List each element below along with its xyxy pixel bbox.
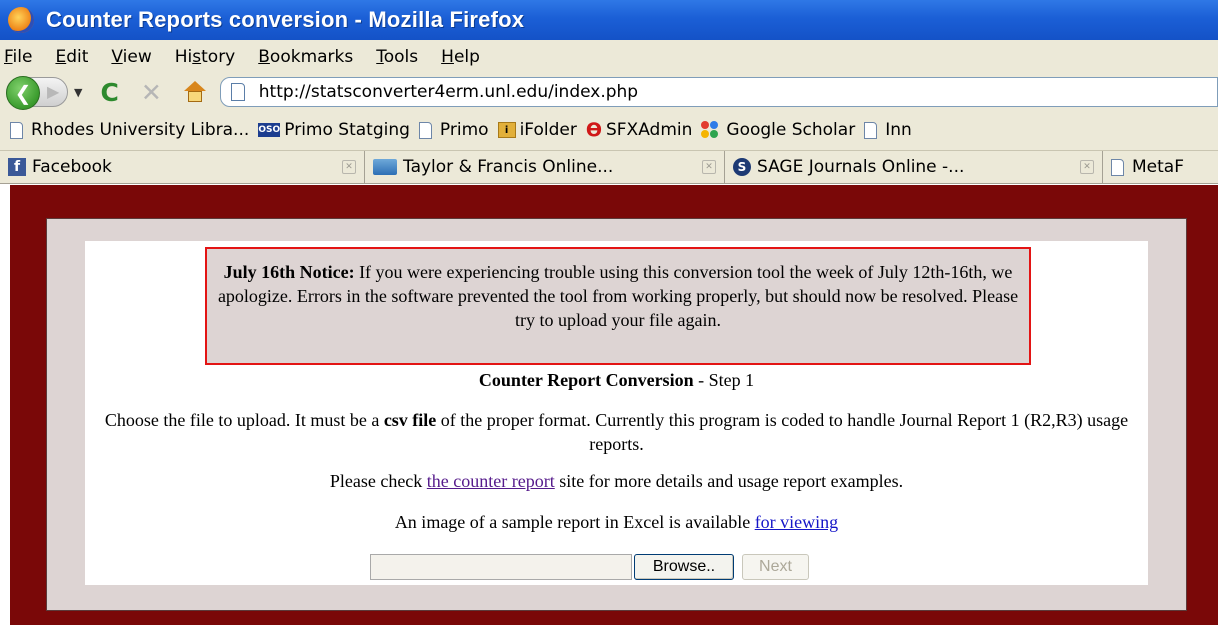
bookmark-sfxadmin[interactable]: ϴ SFXAdmin — [586, 119, 693, 141]
sage-icon: S — [733, 158, 751, 176]
step-heading: Counter Report Conversion - Step 1 — [85, 370, 1148, 391]
back-forward-group: ❮ ▶ — [6, 76, 68, 110]
page-icon — [1111, 158, 1124, 176]
bookmark-primo-statging[interactable]: OSO Primo Statging — [258, 120, 410, 140]
menu-file[interactable]: File — [4, 47, 32, 67]
sfx-icon: ϴ — [585, 119, 602, 141]
window-title: Counter Reports conversion - Mozilla Fir… — [46, 7, 525, 32]
page-icon — [418, 121, 432, 139]
tab-bar: f Facebook ✕ Taylor & Francis Online... … — [0, 150, 1218, 184]
tab-facebook[interactable]: f Facebook ✕ — [0, 151, 365, 183]
browse-button[interactable]: Browse.. — [634, 554, 734, 580]
tab-sage-journals[interactable]: S SAGE Journals Online -... ✕ — [725, 151, 1103, 183]
counter-report-link[interactable]: the counter report — [427, 471, 555, 491]
next-button[interactable]: Next — [742, 554, 809, 580]
tab-taylor-francis[interactable]: Taylor & Francis Online... ✕ — [365, 151, 725, 183]
notice-heading: July 16th Notice: — [223, 262, 355, 282]
ifolder-icon: i — [497, 122, 516, 138]
bookmark-ifolder[interactable]: i iFolder — [497, 120, 577, 140]
page-content: July 16th Notice: If you were experienci… — [10, 185, 1218, 625]
tab-metaf[interactable]: MetaF — [1103, 151, 1218, 183]
menu-view[interactable]: View — [111, 47, 151, 67]
menu-bar: File Edit View History Bookmarks Tools H… — [0, 40, 1218, 74]
facebook-icon: f — [8, 158, 26, 176]
step-title: Counter Report Conversion — [478, 370, 694, 390]
firefox-icon — [8, 7, 34, 33]
menu-tools[interactable]: Tools — [376, 47, 418, 67]
check-text: Please check the counter report site for… — [329, 471, 904, 491]
for-viewing-link[interactable]: for viewing — [755, 512, 838, 532]
history-dropdown-icon[interactable]: ▼ — [74, 86, 82, 99]
main-panel: July 16th Notice: If you were experienci… — [85, 241, 1148, 585]
page-icon — [10, 121, 23, 139]
sample-text: An image of a sample report in Excel is … — [394, 512, 839, 532]
content-frame: July 16th Notice: If you were experienci… — [46, 218, 1187, 611]
window-titlebar: Counter Reports conversion - Mozilla Fir… — [0, 0, 1218, 40]
menu-history[interactable]: History — [175, 47, 236, 67]
page-icon — [230, 83, 245, 101]
back-arrow-icon[interactable]: ❮ — [6, 76, 40, 110]
address-bar[interactable]: http://statsconverter4erm.unl.edu/index.… — [219, 77, 1218, 107]
menu-bookmarks[interactable]: Bookmarks — [258, 47, 353, 67]
close-icon[interactable]: ✕ — [342, 160, 356, 174]
notice-box: July 16th Notice: If you were experienci… — [205, 247, 1031, 365]
bookmark-google-scholar[interactable]: Google Scholar — [701, 120, 855, 140]
menu-help[interactable]: Help — [441, 47, 480, 67]
menu-edit[interactable]: Edit — [55, 47, 88, 67]
home-icon[interactable] — [183, 81, 206, 103]
stop-icon[interactable]: ✕ — [141, 78, 162, 107]
step-suffix: - Step 1 — [693, 370, 755, 390]
page-icon — [864, 121, 878, 139]
taylor-francis-icon — [373, 159, 397, 175]
upload-form: Browse.. Next — [370, 554, 809, 580]
file-path-input[interactable] — [370, 554, 632, 580]
reload-icon[interactable]: C — [100, 78, 118, 107]
instructions-text: Choose the file to upload. It must be a … — [104, 410, 1129, 454]
close-icon[interactable]: ✕ — [702, 160, 716, 174]
close-icon[interactable]: ✕ — [1080, 160, 1094, 174]
bookmark-rhodes[interactable]: Rhodes University Libra... — [10, 120, 249, 140]
bookmark-inn[interactable]: Inn — [864, 120, 912, 140]
bookmark-primo[interactable]: Primo — [418, 120, 489, 140]
google-scholar-icon — [701, 121, 721, 139]
url-text[interactable]: http://statsconverter4erm.unl.edu/index.… — [259, 82, 638, 102]
bookmarks-toolbar: Rhodes University Libra... OSO Primo Sta… — [0, 110, 1218, 150]
forward-arrow-icon[interactable]: ▶ — [47, 82, 59, 101]
oso-icon: OSO — [258, 123, 281, 137]
navigation-toolbar: ❮ ▶ ▼ C ✕ http://statsconverter4erm.unl.… — [0, 74, 1218, 110]
